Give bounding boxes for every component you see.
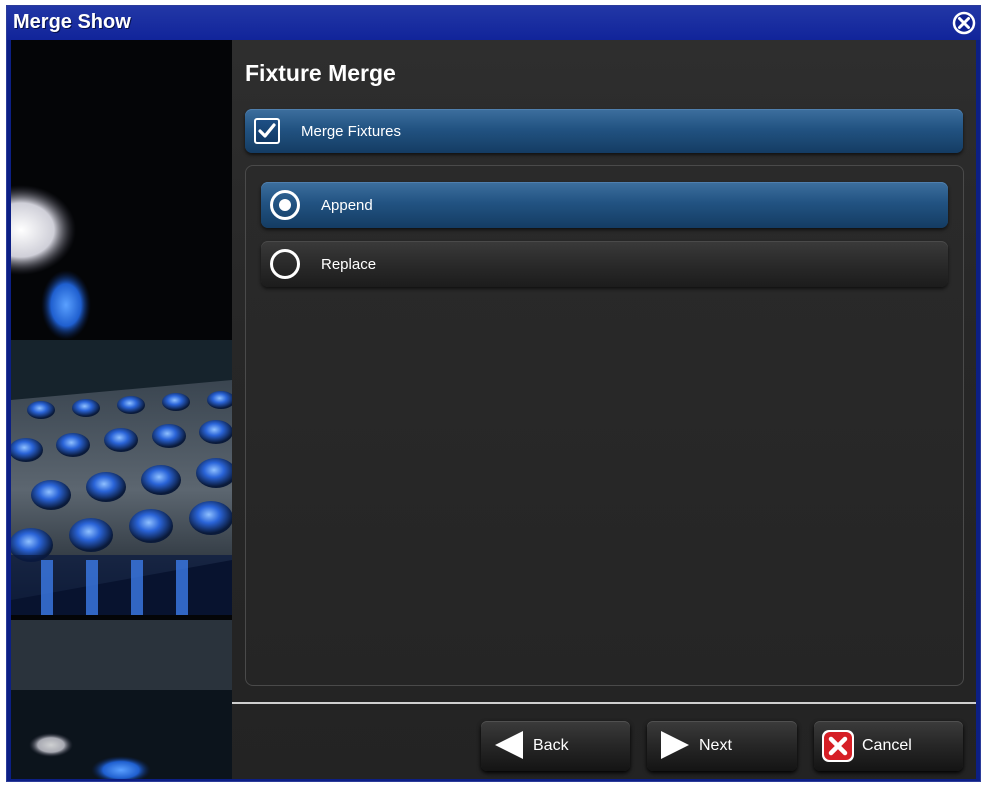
option-replace[interactable]: Replace xyxy=(261,241,948,287)
merge-fixtures-label: Merge Fixtures xyxy=(301,123,402,140)
next-button[interactable]: Next xyxy=(647,721,797,771)
cancel-x-icon xyxy=(822,730,854,762)
cancel-label: Cancel xyxy=(862,737,912,754)
back-button[interactable]: Back xyxy=(481,721,630,771)
replace-radio[interactable] xyxy=(270,249,300,279)
arrow-right-icon xyxy=(661,731,689,759)
option-label: Replace xyxy=(321,256,377,273)
radio-selected-dot xyxy=(279,199,291,211)
back-label: Back xyxy=(533,737,569,754)
footer-divider xyxy=(232,702,976,704)
next-label: Next xyxy=(699,737,732,754)
arrow-left-icon xyxy=(495,731,523,759)
dialog-content: Fixture Merge Merge Fixtures Append Repl… xyxy=(11,40,976,779)
decorative-side-image xyxy=(11,40,232,779)
close-button[interactable] xyxy=(952,11,976,35)
option-label: Append xyxy=(321,197,373,214)
title-bar[interactable]: Merge Show xyxy=(7,6,980,40)
option-append[interactable]: Append xyxy=(261,182,948,228)
window-title: Merge Show xyxy=(13,11,131,33)
cancel-button[interactable]: Cancel xyxy=(814,721,963,771)
merge-show-dialog: Merge Show Fixture Merge Merge Fixtures … xyxy=(6,5,981,782)
merge-fixtures-toggle[interactable]: Merge Fixtures xyxy=(245,109,963,153)
wizard-panel: Fixture Merge Merge Fixtures Append Repl… xyxy=(232,40,976,779)
append-radio[interactable] xyxy=(270,190,300,220)
close-icon xyxy=(952,11,976,35)
page-title: Fixture Merge xyxy=(245,60,396,86)
merge-fixtures-checkbox[interactable] xyxy=(254,118,280,144)
merge-options-group: Append Replace xyxy=(245,165,964,686)
checkmark-icon xyxy=(258,123,276,138)
